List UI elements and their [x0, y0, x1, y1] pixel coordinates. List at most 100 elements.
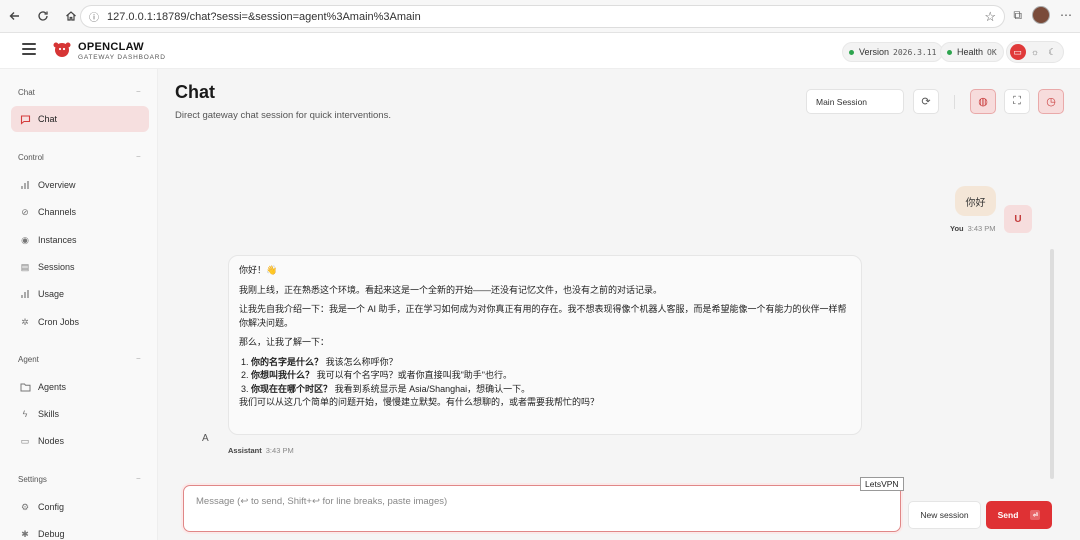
new-session-button[interactable]: New session — [908, 501, 981, 529]
assistant-message-meta: Assistant 3:43 PM — [228, 446, 294, 455]
sidebar-item-channels[interactable]: ⊘ Channels — [11, 199, 149, 225]
collapse-icon[interactable]: − — [136, 474, 141, 483]
section-title-chat: Chat — [18, 88, 35, 97]
status-dot — [849, 49, 854, 55]
collapse-icon[interactable]: − — [136, 354, 141, 363]
clock-icon[interactable]: ◷ — [1038, 89, 1064, 114]
bar-chart-icon — [19, 288, 31, 300]
message-closing: 我们可以从这几个简单的问题开始，慢慢建立默契。有什么想聊的，或者需要我帮忙的吗？ — [239, 397, 600, 407]
message-paragraph: 我刚上线，正在熟悉这个环境。看起来这是一个全新的开始——还没有记忆文件，也没有之… — [239, 284, 663, 295]
chat-scrollbar[interactable] — [1050, 249, 1054, 479]
chat-main: Chat Direct gateway chat session for qui… — [158, 69, 1080, 540]
section-title-control: Control — [18, 153, 44, 162]
openclaw-logo-icon — [53, 42, 71, 57]
list-bold: 你的名字是什么？ — [251, 356, 324, 367]
chat-bubble-icon — [19, 113, 31, 125]
sidebar-item-label: Channels — [38, 207, 77, 217]
browser-toolbar: ⓘ 127.0.0.1:18789/chat?sessi=&session=ag… — [0, 0, 1080, 33]
bar-chart-icon — [19, 179, 31, 191]
sidebar-item-label: Instances — [38, 235, 77, 245]
zap-icon: ϟ — [22, 409, 28, 419]
sidebar-item-label: Usage — [38, 289, 65, 299]
collapse-icon[interactable]: − — [136, 87, 141, 96]
assistant-message-bubble: 你好！👋 我刚上线，正在熟悉这个环境。看起来这是一个全新的开始——还没有记忆文件… — [228, 255, 862, 435]
moon-icon[interactable]: ☾ — [1044, 44, 1060, 60]
brain-icon[interactable]: ◍ — [970, 89, 996, 114]
loader-icon: ✲ — [21, 316, 29, 327]
monitor-icon[interactable]: ▭ — [1009, 44, 1026, 60]
sidebar-item-label: Chat — [38, 114, 58, 124]
message-paragraph: 让我先自我介绍一下：我是一个 AI 助手，正在学习如何成为对你真正有用的存在。我… — [239, 304, 847, 328]
sender-name: You — [950, 224, 964, 233]
sidebar-item-label: Debug — [38, 529, 65, 539]
list-bold: 你想叫我什么？ — [251, 370, 315, 380]
refresh-icon[interactable]: ⟳ — [913, 89, 939, 114]
sidebar-item-skills[interactable]: ϟ Skills — [11, 401, 149, 427]
sidebar-item-label: Config — [38, 502, 65, 512]
browser-menu-icon[interactable]: ⋯ — [1060, 8, 1072, 22]
user-avatar: U — [1004, 205, 1032, 233]
sidebar-item-nodes[interactable]: ▭ Nodes — [11, 428, 149, 454]
info-icon[interactable]: ⓘ — [89, 9, 99, 24]
list-item: 2. 你想叫我什么？ 我可以有个名字吗？或者你直接叫我"助手"也行。 — [241, 369, 851, 383]
list-bold: 你现在在哪个时区？ — [251, 383, 333, 394]
sidebar-item-label: Overview — [38, 180, 76, 190]
message-greeting: 你好！👋 — [239, 265, 278, 275]
sidebar-item-chat[interactable]: Chat — [11, 106, 149, 132]
address-bar[interactable]: ⓘ 127.0.0.1:18789/chat?sessi=&session=ag… — [80, 5, 1005, 28]
menu-toggle-icon[interactable] — [22, 43, 36, 55]
sidebar-item-overview[interactable]: Overview — [11, 172, 149, 198]
timestamp: 3:43 PM — [265, 446, 294, 455]
gear-icon: ⚙ — [20, 501, 30, 512]
session-select[interactable]: Main Session — [806, 89, 904, 114]
user-message-bubble: 你好 — [955, 186, 996, 216]
bookmark-star-icon[interactable]: ☆ — [984, 9, 996, 25]
sidebar-item-config[interactable]: ⚙ Config — [11, 494, 149, 520]
page-title: Chat — [175, 82, 215, 102]
sidebar-item-cron-jobs[interactable]: ✲ Cron Jobs — [11, 309, 149, 335]
health-value: OK — [987, 47, 997, 57]
sidebar-item-label: Cron Jobs — [38, 317, 80, 327]
reload-icon[interactable] — [30, 3, 56, 29]
folder-icon — [19, 381, 31, 393]
timestamp: 3:43 PM — [967, 224, 996, 233]
focus-icon[interactable]: ⛶ — [1004, 89, 1030, 114]
sidebar-item-label: Agents — [38, 382, 67, 392]
message-input[interactable]: Message (↩ to send, Shift+↩ for line bre… — [183, 485, 901, 532]
list-number: 3. — [241, 383, 249, 394]
link-icon: ⊘ — [21, 206, 29, 217]
broadcast-icon: ◉ — [21, 234, 29, 245]
list-item: 1. 你的名字是什么？ 我该怎么称呼你？ — [241, 356, 851, 370]
sidebar-item-label: Nodes — [38, 436, 65, 446]
sun-icon[interactable]: ☼ — [1027, 44, 1043, 60]
message-paragraph: 那么，让我了解一下： — [239, 337, 330, 347]
divider — [954, 95, 955, 109]
sidebar-item-label: Skills — [38, 409, 60, 419]
sidebar: Chat − Chat Control − Overview ⊘ Channel… — [0, 69, 158, 540]
bug-icon: ✱ — [21, 528, 29, 539]
sidebar-item-instances[interactable]: ◉ Instances — [11, 227, 149, 253]
sidebar-item-sessions[interactable]: ▤ Sessions — [11, 254, 149, 280]
brand-subtitle: GATEWAY DASHBOARD — [78, 54, 166, 61]
version-pill: Version 2026.3.11 — [842, 42, 944, 62]
list-item: 3. 你现在在哪个时区？ 我看到系统显示是 Asia/Shanghai，想确认一… — [241, 383, 851, 397]
extensions-icon[interactable]: ⧉ — [1013, 8, 1022, 23]
send-label: Send — [997, 510, 1019, 520]
monitor-icon: ▭ — [20, 435, 30, 446]
theme-toggle: ▭ ☼ ☾ — [1006, 41, 1064, 63]
back-icon[interactable] — [2, 3, 28, 29]
sidebar-item-agents[interactable]: Agents — [11, 374, 149, 400]
health-pill: Health OK — [940, 42, 1004, 62]
send-button[interactable]: Send ⏎ — [986, 501, 1052, 529]
sidebar-item-debug[interactable]: ✱ Debug — [11, 521, 149, 540]
version-label: Version — [859, 47, 890, 57]
brand-name: OPENCLAW — [78, 41, 144, 53]
document-icon: ▤ — [20, 261, 30, 272]
health-label: Health — [957, 47, 984, 57]
sidebar-item-usage[interactable]: Usage — [11, 281, 149, 307]
collapse-icon[interactable]: − — [136, 152, 141, 161]
assistant-avatar: A — [202, 433, 209, 444]
profile-avatar[interactable] — [1032, 6, 1050, 24]
sender-name: Assistant — [228, 446, 262, 455]
list-text: 我该怎么称呼你？ — [325, 356, 398, 367]
